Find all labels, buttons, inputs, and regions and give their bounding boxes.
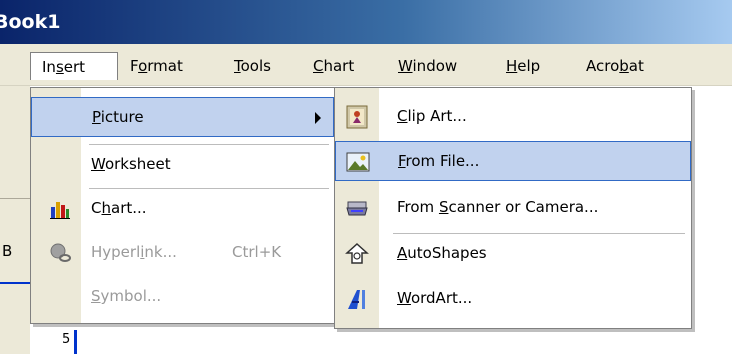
menu-item-label: Picture (92, 108, 144, 126)
menu-item-label: From File... (398, 152, 480, 170)
worksheet-grid[interactable] (30, 330, 732, 354)
menu-format[interactable]: Format (130, 52, 183, 80)
menu-acrobat[interactable]: Acrobat (586, 52, 644, 80)
menu-insert[interactable]: Insert (30, 52, 118, 80)
toolbar-edge (0, 198, 30, 230)
submenu-arrow-icon (315, 112, 321, 124)
menu-item-from-scanner[interactable]: From Scanner or Camera... (335, 188, 691, 228)
menu-item-label: AutoShapes (397, 244, 487, 262)
clip-art-icon (345, 105, 369, 129)
chart-icon (49, 198, 71, 220)
hyperlink-icon (49, 242, 71, 264)
menu-item-label: WordArt... (397, 289, 473, 307)
wordart-icon (345, 287, 369, 311)
menu-bar: Insert Format Tools Chart Window Help Ac… (0, 44, 732, 86)
active-cell-border (74, 330, 77, 354)
menu-item-autoshapes[interactable]: AutoShapes (335, 234, 691, 274)
insert-menu: Picture Worksheet Chart... Hyperlink... … (30, 87, 335, 324)
menu-item-label: From Scanner or Camera... (397, 198, 599, 216)
scanner-icon (345, 196, 369, 220)
menu-item-label: Chart... (91, 199, 147, 217)
selection-border (0, 282, 30, 284)
menu-item-hyperlink: Hyperlink... Ctrl+K (31, 233, 334, 273)
menu-item-shortcut: Ctrl+K (232, 243, 282, 261)
menu-item-worksheet[interactable]: Worksheet (31, 145, 334, 185)
menu-tools[interactable]: Tools (234, 52, 271, 80)
menu-item-label: Hyperlink... (91, 243, 177, 261)
menu-item-label: Worksheet (91, 155, 171, 173)
menu-item-wordart[interactable]: WordArt... (335, 279, 691, 319)
menu-chart[interactable]: Chart (313, 52, 354, 80)
menu-item-label: Symbol... (91, 287, 162, 305)
menu-item-chart[interactable]: Chart... (31, 189, 334, 229)
window-title: Book1 (0, 11, 61, 33)
menu-item-label: Clip Art... (397, 107, 467, 125)
menu-item-picture[interactable]: Picture (31, 97, 334, 137)
picture-submenu: Clip Art... From File... From Scanner or… (334, 87, 692, 329)
menu-window[interactable]: Window (398, 52, 457, 80)
menu-item-clip-art[interactable]: Clip Art... (335, 97, 691, 137)
column-header-b: B (2, 242, 13, 260)
from-file-icon (346, 150, 370, 174)
menu-item-symbol: Symbol... (31, 277, 334, 317)
title-bar: Book1 (0, 0, 732, 44)
menu-item-from-file[interactable]: From File... (335, 141, 691, 181)
row-header-5: 5 (62, 332, 71, 347)
autoshapes-icon (345, 242, 369, 266)
menu-help[interactable]: Help (506, 52, 540, 80)
